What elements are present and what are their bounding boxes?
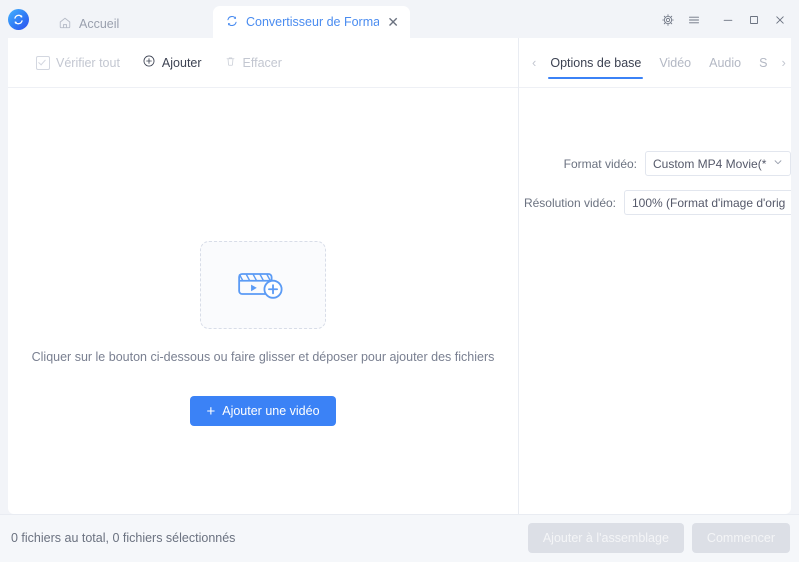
window-controls [655,8,793,32]
check-all-label: Vérifier tout [56,56,120,70]
tab-label: Vidéo [659,56,691,70]
maximize-icon[interactable] [741,8,767,32]
gear-icon[interactable] [655,8,681,32]
tab-label: Options de base [550,56,641,70]
add-video-button[interactable]: + Ajouter une vidéo [190,396,335,426]
settings-tabs: ‹ Options de base Vidéo Audio S › [519,38,791,88]
plus-circle-icon [142,54,156,71]
clear-files-label: Effacer [243,56,282,70]
video-resolution-select[interactable]: 100% (Format d'image d'orig [624,190,791,215]
video-resolution-row: Résolution vidéo: 100% (Format d'image d… [524,190,791,215]
files-pane: Vérifier tout Ajouter Effacer [8,38,519,514]
title-bar: Accueil Convertisseur de Forma… ✕ [0,0,799,38]
bottom-actions: Ajouter à l'assemblage Commencer [528,523,790,553]
minimize-icon[interactable] [715,8,741,32]
add-files-button[interactable]: Ajouter [142,54,202,71]
checkbox-icon [36,56,50,70]
main-card: Vérifier tout Ajouter Effacer [8,38,791,514]
tab-subtitle-truncated[interactable]: S [750,38,776,87]
video-resolution-label: Résolution vidéo: [524,196,616,210]
drop-zone-hint: Cliquer sur le bouton ci-dessous ou fair… [32,350,495,364]
plus-icon: + [206,404,215,419]
close-icon[interactable]: ✕ [386,15,400,29]
video-format-value: Custom MP4 Movie(*… [653,157,768,171]
tab-audio[interactable]: Audio [700,38,750,87]
document-tab-label: Convertisseur de Forma… [246,15,379,29]
video-resolution-value: 100% (Format d'image d'orig [632,196,791,210]
tab-video[interactable]: Vidéo [650,38,700,87]
hamburger-menu-icon[interactable] [681,8,707,32]
video-format-row: Format vidéo: Custom MP4 Movie(*… [564,151,791,176]
drop-zone[interactable] [200,241,326,329]
settings-pane: ‹ Options de base Vidéo Audio S › Format… [519,38,791,514]
home-tab[interactable]: Accueil [48,10,129,38]
convert-icon [225,14,239,31]
home-icon [58,16,72,33]
files-toolbar: Vérifier tout Ajouter Effacer [8,38,518,88]
add-to-merge-button[interactable]: Ajouter à l'assemblage [528,523,684,553]
tab-options-de-base[interactable]: Options de base [541,38,650,87]
file-count-status: 0 fichiers au total, 0 fichiers sélectio… [11,531,235,545]
add-video-label: Ajouter une vidéo [222,404,319,418]
chevron-down-icon [773,157,783,170]
clear-files-button[interactable]: Effacer [224,55,282,71]
home-tab-label: Accueil [79,17,119,31]
tab-label: Audio [709,56,741,70]
check-all-button[interactable]: Vérifier tout [36,56,120,70]
tab-label: S [759,56,767,70]
document-tab[interactable]: Convertisseur de Forma… ✕ [213,6,410,38]
start-button[interactable]: Commencer [692,523,790,553]
status-bar: 0 fichiers au total, 0 fichiers sélectio… [0,514,799,562]
drop-zone-area[interactable]: Cliquer sur le bouton ci-dessous ou fair… [8,88,518,514]
tabs-next-arrow[interactable]: › [776,55,790,70]
app-logo-icon [8,9,29,30]
tabs-prev-arrow[interactable]: ‹ [527,55,541,70]
video-format-label: Format vidéo: [564,157,637,171]
add-video-clapperboard-icon [236,263,290,308]
close-window-icon[interactable] [767,8,793,32]
video-format-select[interactable]: Custom MP4 Movie(*… [645,151,791,176]
trash-icon [224,55,237,71]
add-files-label: Ajouter [162,56,202,70]
